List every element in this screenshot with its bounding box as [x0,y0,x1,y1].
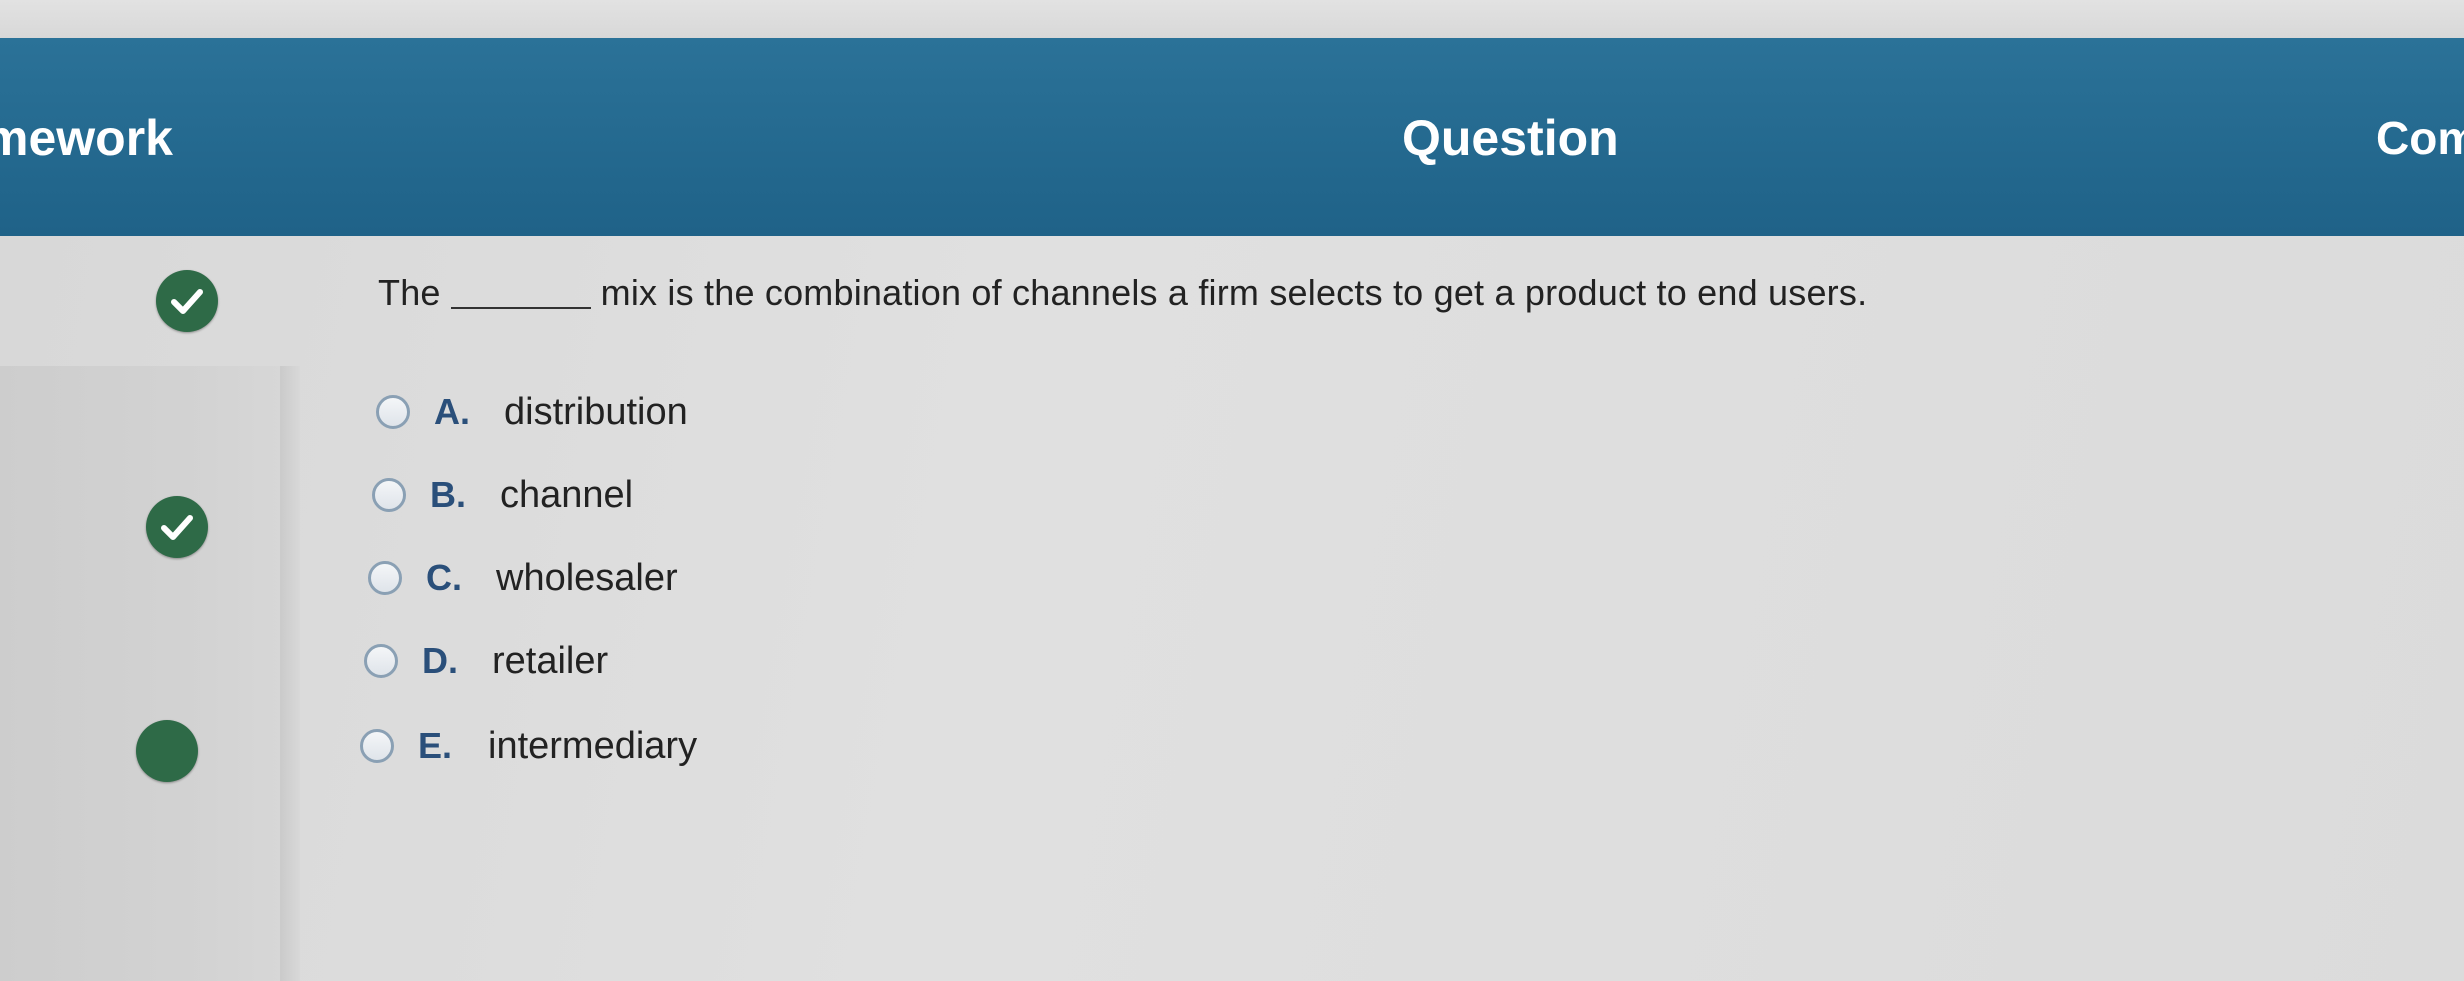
question-text-start: The [378,272,441,313]
completed-check-icon[interactable] [156,270,218,332]
question-stem: The mix is the combination of channels a … [378,272,1867,314]
option-letter: A. [434,391,470,432]
completed-check-icon[interactable] [146,496,208,558]
option-letter: C. [426,557,462,598]
answer-option-d[interactable]: D. retailer [364,636,608,686]
panel-edge-shadow [280,366,300,981]
answer-option-e[interactable]: E. intermediary [360,721,697,771]
answer-option-b[interactable]: B. channel [372,470,633,520]
option-letter: B. [430,474,466,515]
header-bar: mework Question Com [0,38,2464,236]
tab-homework[interactable]: mework [0,106,173,170]
tab-com[interactable]: Com [2376,106,2464,170]
option-label: retailer [492,639,609,682]
question-content-area [0,236,2464,981]
answer-blank [450,277,591,309]
radio-button-icon[interactable] [372,478,406,512]
option-label: intermediary [488,724,698,767]
browser-top-strip [0,0,2464,38]
radio-button-icon[interactable] [368,561,402,595]
completed-check-icon[interactable] [136,720,198,782]
question-text-end: mix is the combination of channels a fir… [600,272,1868,313]
answer-option-c[interactable]: C. wholesaler [368,553,678,603]
radio-button-icon[interactable] [364,644,398,678]
radio-button-icon[interactable] [376,395,410,429]
option-label: wholesaler [496,556,678,599]
radio-button-icon[interactable] [360,729,394,763]
option-label: channel [500,473,634,516]
tab-question[interactable]: Question [1402,106,1619,170]
option-letter: D. [422,640,458,681]
option-letter: E. [418,725,453,766]
option-label: distribution [504,390,688,433]
answer-option-a[interactable]: A. distribution [376,387,688,437]
question-list-panel [0,366,300,981]
